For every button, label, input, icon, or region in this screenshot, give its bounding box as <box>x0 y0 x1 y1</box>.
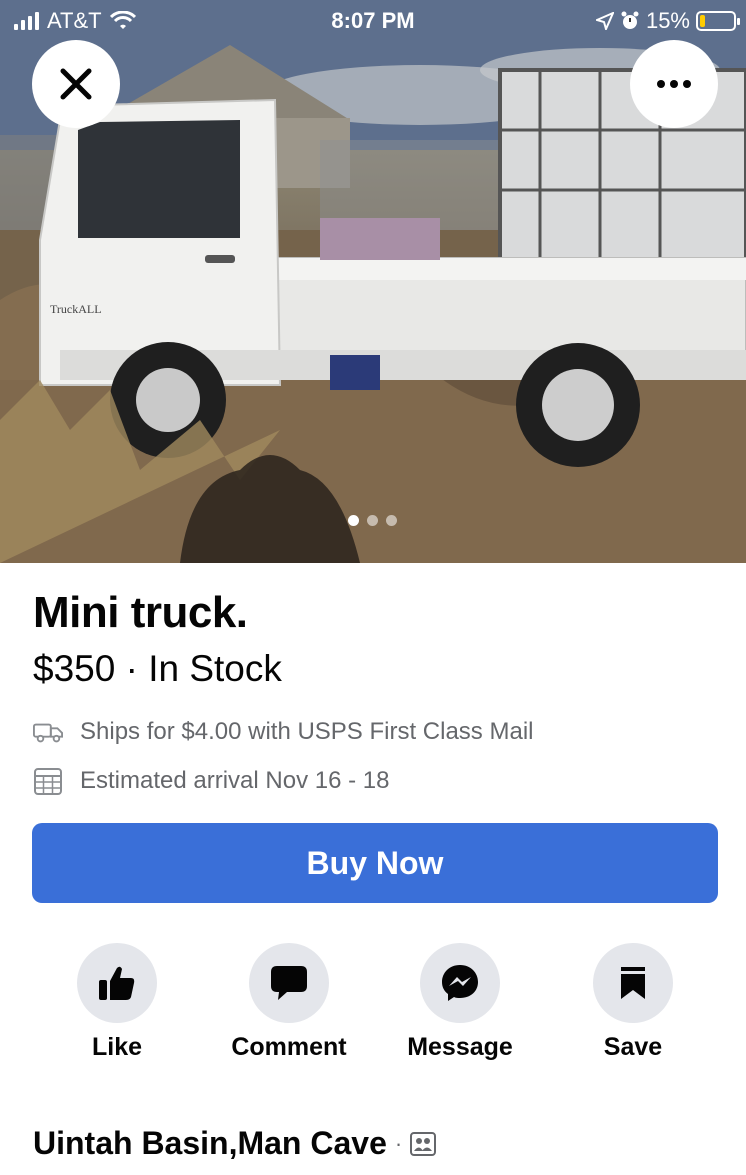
location-arrow-icon <box>595 12 614 30</box>
save-label: Save <box>603 1033 663 1061</box>
like-button[interactable]: Like <box>37 943 197 1062</box>
separator-dot: · <box>394 1130 403 1156</box>
message-label: Message <box>407 1033 513 1061</box>
battery-icon <box>696 11 740 31</box>
buy-now-button[interactable]: Buy Now <box>32 823 718 903</box>
close-button[interactable] <box>32 40 120 128</box>
more-options-button[interactable] <box>630 40 718 128</box>
status-bar: AT&T 8:07 PM 15% <box>0 0 746 42</box>
photo-pager[interactable] <box>348 515 397 526</box>
group-icon <box>410 1131 437 1156</box>
like-label: Like <box>91 1033 143 1061</box>
bookmark-icon <box>621 967 645 999</box>
save-button[interactable]: Save <box>553 943 713 1062</box>
shipping-info: Ships for $4.00 with USPS First Class Ma… <box>33 717 533 747</box>
comment-label: Comment <box>231 1033 347 1061</box>
seller-name[interactable]: Uintah Basin,Man Cave <box>33 1125 387 1162</box>
speech-bubble-icon <box>271 966 307 1000</box>
truck-delivery-icon <box>33 717 63 747</box>
comment-button[interactable]: Comment <box>209 943 369 1062</box>
more-horizontal-icon <box>657 80 691 88</box>
pager-dot-2[interactable] <box>367 515 378 526</box>
battery-percent: 15% <box>645 8 690 33</box>
arrival-info: Estimated arrival Nov 16 - 18 <box>33 766 389 796</box>
pager-dot-3[interactable] <box>386 515 397 526</box>
message-button[interactable]: Message <box>380 943 540 1062</box>
pager-dot-1[interactable] <box>348 515 359 526</box>
truck-badge: TruckALL <box>50 302 102 316</box>
arrival-text: Estimated arrival Nov 16 - 18 <box>80 767 390 794</box>
messenger-icon <box>442 965 478 1001</box>
close-icon <box>60 68 92 100</box>
listing-price-availability: $350 · In Stock <box>33 648 282 689</box>
listing-title: Mini truck. <box>33 588 248 637</box>
alarm-clock-icon <box>621 11 639 29</box>
shipping-text: Ships for $4.00 with USPS First Class Ma… <box>80 718 534 745</box>
calendar-icon <box>33 766 63 796</box>
thumbs-up-icon <box>99 966 135 1000</box>
seller-row[interactable]: Uintah Basin,Man Cave · <box>33 1125 437 1162</box>
